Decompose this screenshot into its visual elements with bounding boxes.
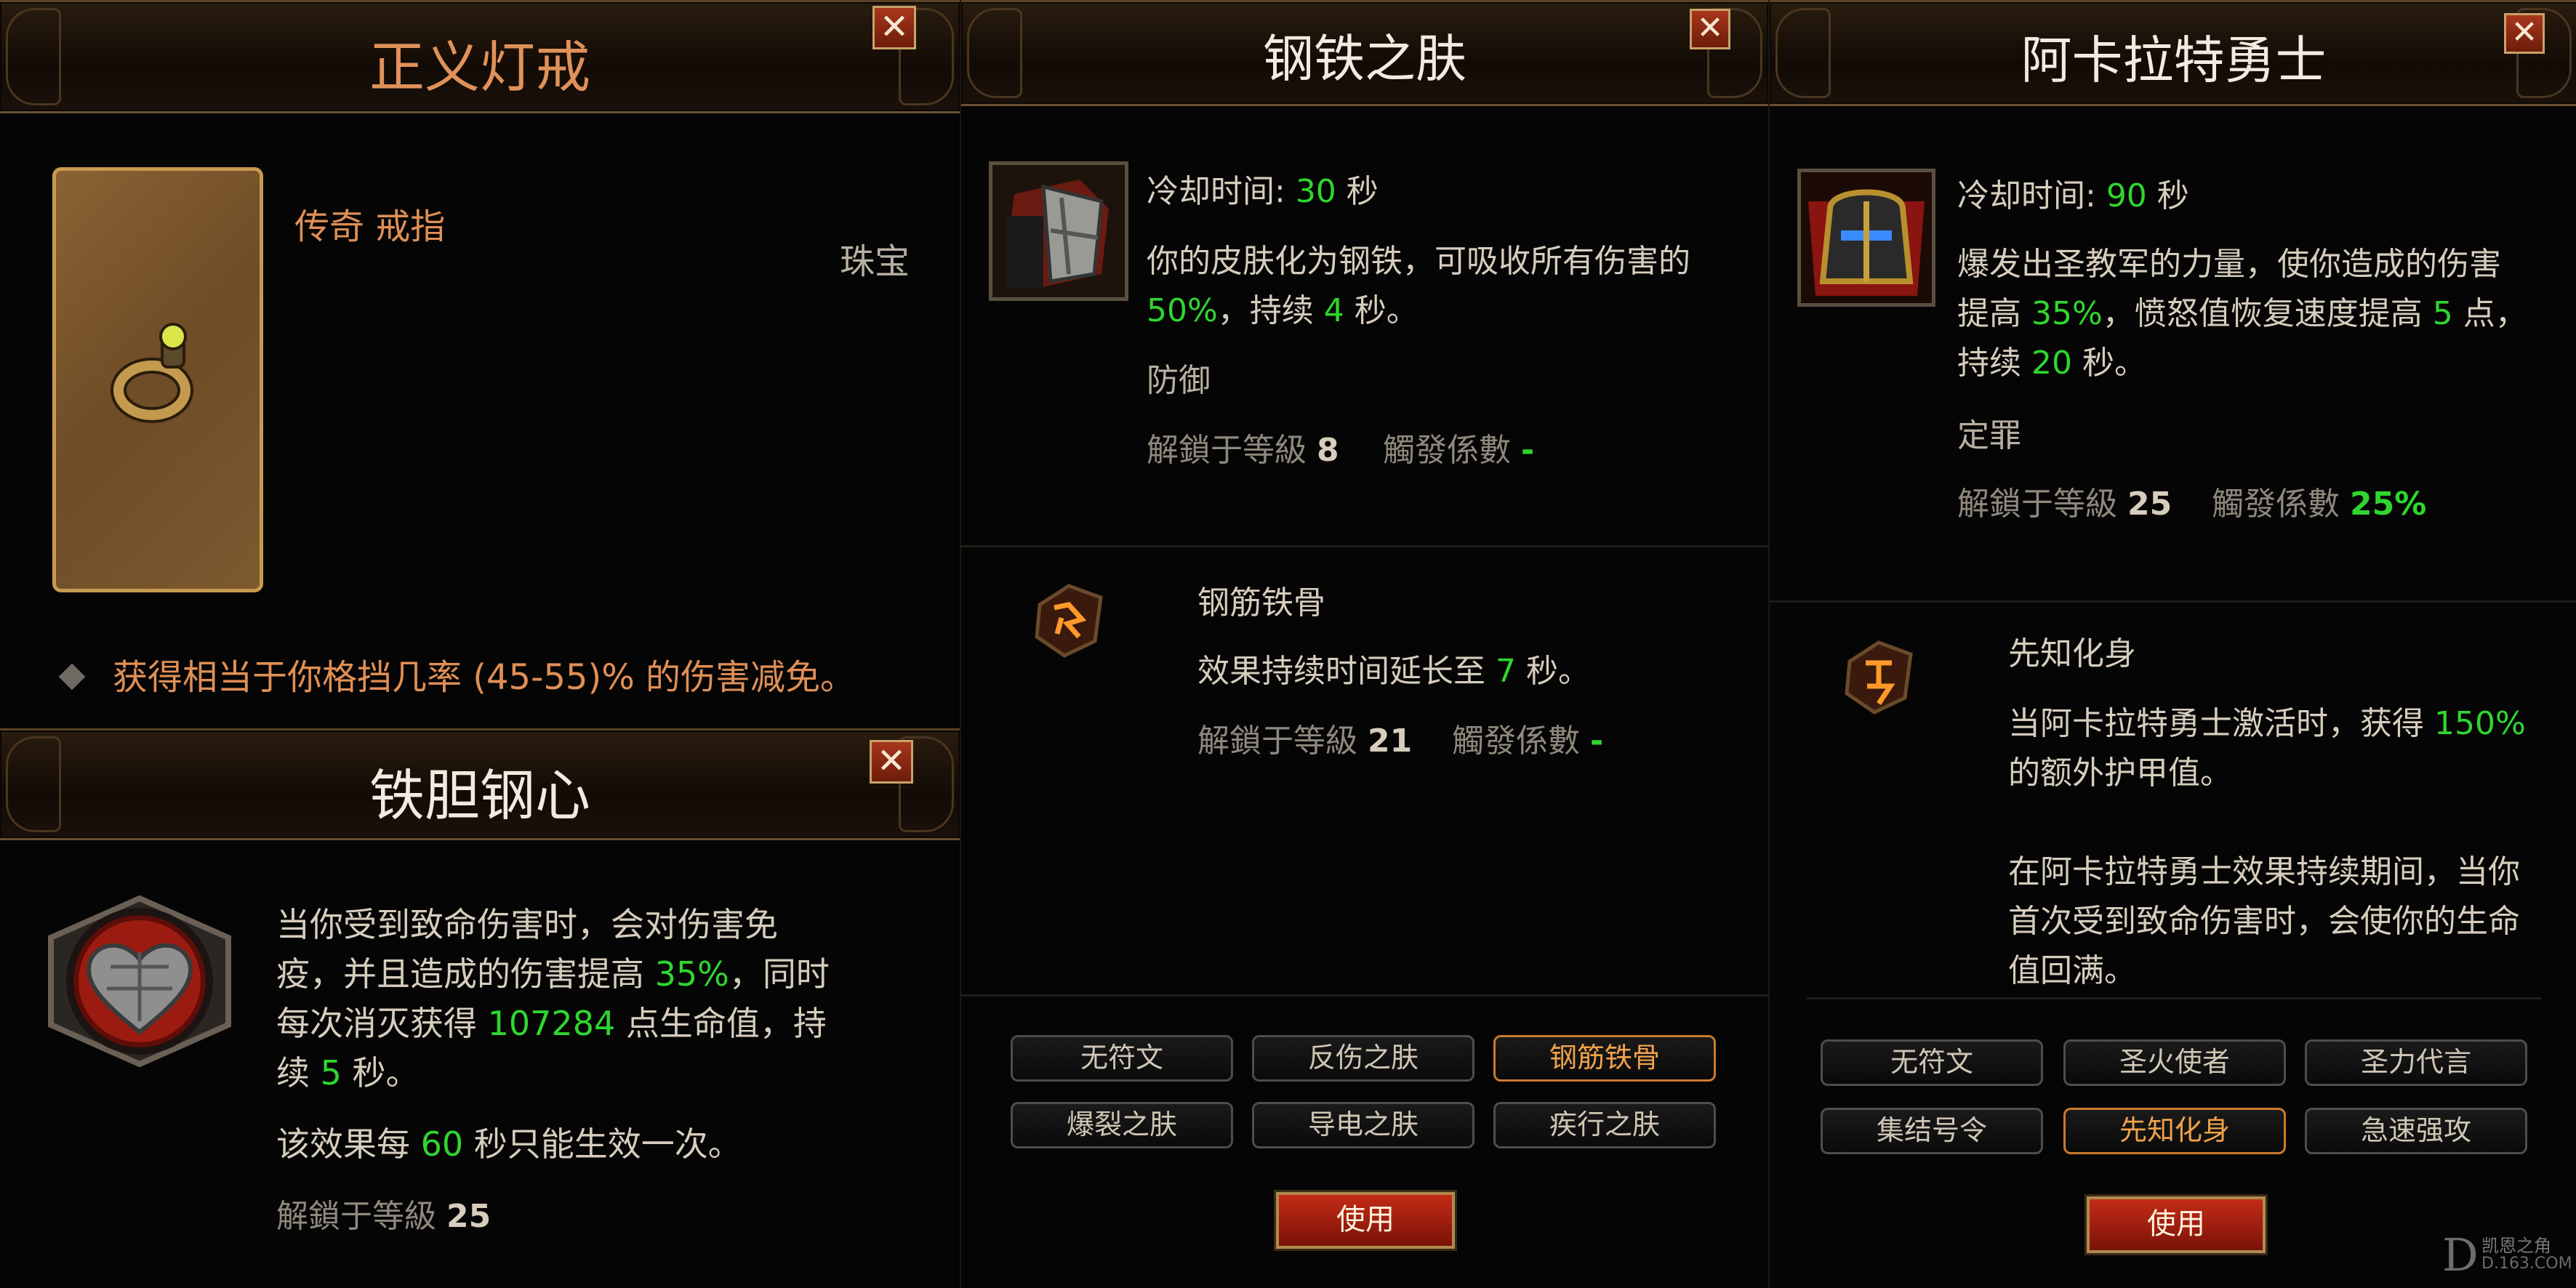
skill-title-bar: 钢铁之肤 [961,0,1768,106]
passive-desc-line: 当你受到致命伤害时，会对伤害免 [276,905,778,944]
section-divider [961,994,1768,997]
skill-title: 阿卡拉特勇士 [2021,31,2327,90]
rune-desc-line: 在阿卡拉特勇士效果持续期间，当你 [2008,853,2520,890]
watermark-line2: D.163.COM [2481,1255,2572,1273]
item-category: 珠宝 [840,241,910,282]
skill-cooldown: 冷却时间: 90 秒 [1957,177,2189,214]
rune-name: 先知化身 [2008,635,2136,672]
rune-option-button[interactable]: 圣火使者 [2063,1039,2286,1086]
skill-cooldown: 冷却时间: 30 秒 [1147,173,1379,210]
close-icon[interactable]: ✕ [1690,9,1730,49]
rune-desc-line: 的额外护甲值。 [2008,754,2232,792]
rune-option-button[interactable]: 疾行之肤 [1493,1102,1716,1148]
skill-proc-coefficient: 觸發係數 25% [2212,486,2427,523]
passive-title: 铁胆钢心 [369,763,590,828]
skill-description: 你的皮肤化为钢铁，可吸收所有伤害的 50%，持续 4 秒。 [1147,237,1690,336]
skill-unlock-level: 解鎖于等級 25 [1957,486,2172,523]
skill-desc-line: 爆发出圣教军的力量，使你造成的伤害 [1957,246,2501,283]
use-button[interactable]: 使用 [2087,1196,2266,1253]
skill-panel-steel-skin: 钢铁之肤 ✕ 冷却时间: 30 秒 你的皮肤化为钢铁，可吸收所有伤害的 50%，… [960,0,1768,1288]
skill-title: 钢铁之肤 [1263,29,1466,89]
rune-option-button[interactable]: 急速强攻 [2305,1108,2527,1154]
use-button[interactable]: 使用 [1276,1192,1455,1249]
watermark-line1: 凯恩之角 [2481,1236,2551,1256]
section-divider [1770,600,2576,603]
rune-description: 当阿卡拉特勇士激活时，获得 150% 的额外护甲值。 在阿卡拉特勇士效果持续期间… [2008,699,2526,996]
rune-unlock-level: 解鎖于等級 21 [1197,723,1413,760]
skill-desc-line: 50%，持续 4 秒。 [1147,292,1419,329]
skill-desc-line: 持续 20 秒。 [1957,345,2146,382]
rune-option-button-selected[interactable]: 先知化身 [2063,1108,2286,1154]
item-image-frame [52,167,263,592]
item-title-bar: 正义灯戒 [0,0,960,113]
skill-title-bar: 阿卡拉特勇士 [1770,0,2576,106]
watermark-logo-icon: D [2442,1228,2479,1281]
rune-description: 效果持续时间延长至 7 秒。 [1197,653,1590,690]
skill-unlock-level: 解鎖于等級 8 [1147,432,1339,469]
rune-icon [1835,632,1922,720]
skill-proc-coefficient: 觸發係數 - [1383,432,1535,469]
skill-category: 定罪 [1957,417,2021,454]
rune-option-button[interactable]: 爆裂之肤 [1011,1102,1233,1148]
skill-icon-frame [989,161,1128,301]
passive-desc-line: 每次消灭获得 107284 点生命值，持 [276,1004,827,1043]
rune-option-button[interactable]: 无符文 [1011,1035,1233,1082]
skill-description: 爆发出圣教军的力量，使你造成的伤害 提高 35%，愤怒值恢复速度提高 5 点， … [1957,240,2527,388]
item-rarity-type: 传奇 戒指 [294,206,446,247]
passive-unlock-level: 解鎖于等級 25 [276,1198,491,1235]
rune-option-button[interactable]: 反伤之肤 [1252,1035,1474,1082]
skill-desc-line: 你的皮肤化为钢铁，可吸收所有伤害的 [1147,243,1690,280]
rune-option-button[interactable]: 集结号令 [1821,1108,2043,1154]
rune-proc-coefficient: 觸發係數 - [1452,723,1604,760]
section-divider [961,545,1768,547]
passive-title-bar: 铁胆钢心 [0,728,960,840]
passive-desc-line: 续 5 秒。 [276,1053,420,1092]
close-icon[interactable]: ✕ [872,6,916,49]
rune-desc-line: 首次受到致命伤害时，会使你的生命 [2008,903,2520,940]
passive-description: 当你受到致命伤害时，会对伤害免 疫，并且造成的伤害提高 35%，同时 每次消灭获… [276,900,830,1098]
passive-desc-line: 疫，并且造成的伤害提高 35%，同时 [276,954,830,994]
watermark: D 凯恩之角 D.163.COM [2442,1225,2573,1284]
rune-option-button[interactable]: 导电之肤 [1252,1102,1474,1148]
rune-icon [1025,576,1112,663]
passive-cooldown-note: 该效果每 60 秒只能生效一次。 [276,1124,742,1164]
skill-desc-line: 提高 35%，愤怒值恢复速度提高 5 点， [1957,295,2527,332]
skill-icon-frame [1797,169,1935,307]
passive-skill-icon [38,894,241,1068]
rune-desc-line: 值回满。 [2008,952,2136,989]
rune-option-button[interactable]: 圣力代言 [2305,1039,2527,1086]
item-affix: 获得相当于你格挡几率 (45-55)% 的伤害减免。 [113,657,856,698]
rune-option-button[interactable]: 无符文 [1821,1039,2043,1086]
close-icon[interactable]: ✕ [2504,13,2545,54]
item-title: 正义灯戒 [369,35,590,100]
rune-name: 钢筋铁骨 [1197,584,1325,621]
rune-desc-line: 当阿卡拉特勇士激活时，获得 150% [2008,705,2526,742]
shield-icon [992,165,1125,297]
item-tooltip-panel: 正义灯戒 ✕ 传奇 戒指 珠宝 获得相当于你格挡几率 (45-55)% 的伤害减… [0,0,960,1288]
skill-category: 防御 [1147,362,1211,399]
section-divider [1806,997,2541,999]
skill-panel-akarat-champion: 阿卡拉特勇士 ✕ 冷却时间: 90 秒 爆发出圣教军的力量，使你造成的伤害 提高… [1768,0,2576,1288]
affix-bullet-icon [58,663,86,691]
close-icon[interactable]: ✕ [870,740,913,784]
ring-icon [111,323,193,423]
rune-option-button-selected[interactable]: 钢筋铁骨 [1493,1035,1716,1082]
helmet-icon [1801,172,1932,303]
